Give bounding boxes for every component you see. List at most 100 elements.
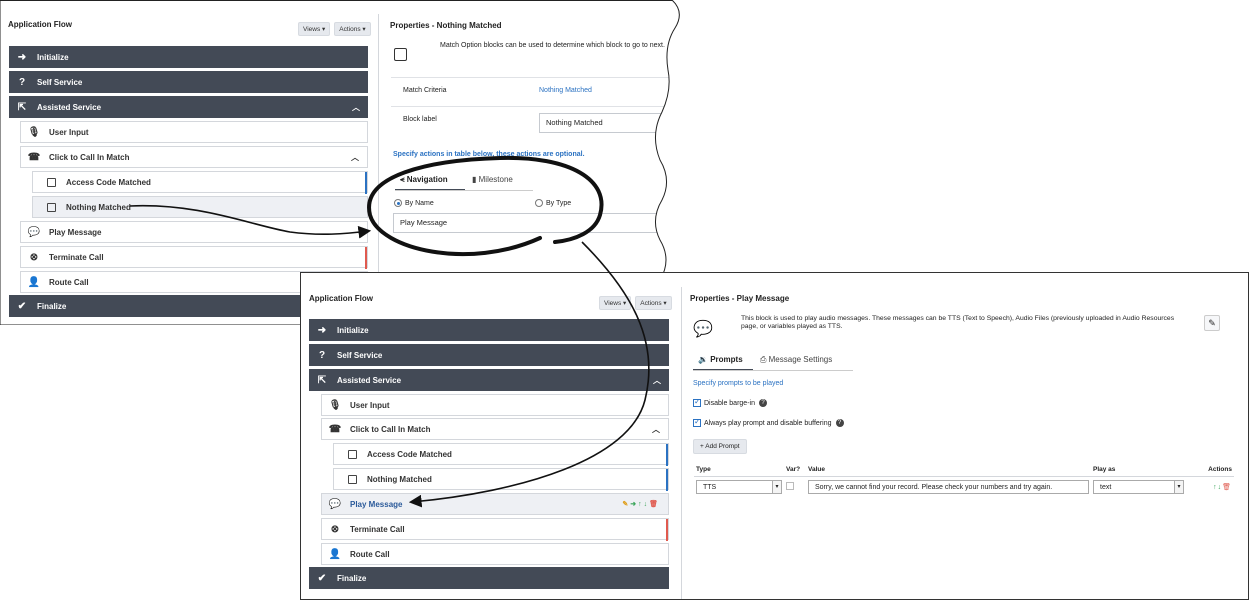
add-prompt-button[interactable]: + Add Prompt [693,439,747,454]
specify-prompts-label: Specify prompts to be played [693,380,784,387]
block-terminate-call[interactable]: ⊗ Terminate Call [321,518,669,541]
block-label: Route Call [49,277,89,287]
radio-by-type[interactable]: By Type [535,199,571,207]
microphone-icon: 🎙 [328,399,342,411]
block-terminate-call[interactable]: ⊗ Terminate Call [20,246,368,269]
radio-label: By Name [405,199,434,207]
sign-in-icon: ➜ [317,324,327,336]
views-button[interactable]: Views ▾ [298,22,331,36]
tab-label: Navigation [406,175,448,184]
radio-label: By Type [546,199,572,207]
play-as-cell: text ▾ [1091,477,1186,498]
radio-indicator [394,199,402,207]
goto-icon[interactable]: ➜ [630,501,638,508]
block-label: Assisted Service [37,102,102,112]
tab-message-settings[interactable]: ⎙ Message Settings [760,355,832,365]
play-as-select[interactable]: text ▾ [1093,480,1184,494]
value-input[interactable]: Sorry, we cannot find your record. Pleas… [808,480,1089,494]
target-block-input[interactable]: Play Message [393,213,700,233]
select-value: TTS [703,483,717,491]
block-user-input[interactable]: 🎙 User Input [20,121,368,143]
block-route-call[interactable]: 👤 Route Call [321,543,669,565]
block-user-input[interactable]: 🎙 User Input [321,394,669,416]
divider [681,287,682,599]
tab-navigation[interactable]: ⪪ Navigation [400,175,448,185]
block-self-service[interactable]: ? Self Service [309,344,669,366]
tab-prompts[interactable]: 🔉 Prompts [698,355,743,364]
block-label: Nothing Matched [66,202,131,212]
tab-milestone[interactable]: ▮ Milestone [472,175,513,184]
edit-icon[interactable]: ✎ [1204,315,1220,331]
divider [391,77,691,78]
tab-label: Message Settings [768,355,833,364]
block-initialize[interactable]: ➜ Initialize [9,46,368,68]
block-nothing-matched[interactable]: Nothing Matched [32,196,368,218]
disable-barge-in-checkbox[interactable]: Disable barge-in? [693,397,767,407]
block-label: Assisted Service [337,375,402,385]
block-assisted-service[interactable]: ⇱ Assisted Service ︿ [309,369,669,391]
views-button[interactable]: Views ▾ [599,296,632,310]
checkbox-label: Always play prompt and disable buffering [704,419,832,427]
block-assisted-service[interactable]: ⇱ Assisted Service ︿ [9,96,368,118]
block-finalize[interactable]: ✔ Finalize [309,567,669,589]
block-initialize[interactable]: ➜ Initialize [309,319,669,341]
column-header: Var? [784,463,806,477]
actions-button[interactable]: Actions ▾ [334,22,371,36]
var-checkbox[interactable] [786,482,794,490]
help-icon[interactable]: ? [758,399,767,407]
props-title: Properties - Nothing Matched [390,21,502,30]
divider [391,106,691,107]
block-label: Play Message [350,499,403,509]
block-label: Initialize [337,325,369,335]
flow-toolbar: Views ▾ Actions ▾ [599,296,672,310]
block-access-code-matched[interactable]: Access Code Matched [32,171,368,194]
match-criteria-value: Nothing Matched [539,87,592,94]
match-option-icon [47,202,56,212]
column-header: Play as [1091,463,1186,477]
terminate-icon: ⊗ [29,251,39,263]
block-label: Self Service [37,77,83,87]
block-label-input[interactable]: Nothing Matched [539,113,699,133]
share-icon: ⇱ [317,374,327,386]
radio-indicator [535,199,543,207]
input-value: Sorry, we cannot find your record. Pleas… [815,483,1053,491]
chevron-down-icon: ▾ [1174,481,1183,493]
check-icon: ✔ [317,572,327,584]
tab-label: Milestone [478,175,513,184]
block-click-to-call[interactable]: ☎ Click to Call In Match ︿ [20,146,368,168]
actions-button[interactable]: Actions ▾ [635,296,672,310]
chevron-up-icon[interactable]: ︿ [653,375,661,386]
block-label: Self Service [337,350,383,360]
match-option-icon [348,449,357,459]
var-cell [784,477,806,498]
block-self-service[interactable]: ? Self Service [9,71,368,93]
block-label: Access Code Matched [66,177,151,187]
block-play-message[interactable]: 💬 Play Message ✎➜↑↓🗑 [321,493,669,515]
radio-by-name[interactable]: By Name [394,199,434,207]
block-click-to-call[interactable]: ☎ Click to Call In Match ︿ [321,418,669,440]
block-play-message[interactable]: 💬 Play Message [20,221,368,243]
help-icon[interactable]: ? [835,419,844,427]
chevron-up-icon[interactable]: ︿ [351,152,359,163]
delete-icon[interactable]: 🗑 [649,501,660,508]
delete-icon[interactable]: 🗑 [1222,484,1232,491]
phone-icon: ☎ [27,151,41,163]
speech-bubble-icon: 💬 [328,498,342,510]
block-label: Finalize [337,573,367,583]
props-description: Match Option blocks can be used to deter… [440,42,665,49]
application-flow-panel: Application Flow Views ▾ Actions ▾ ➜ Ini… [301,273,679,598]
chevron-up-icon[interactable]: ︿ [652,424,660,435]
checkbox [693,417,701,427]
block-nothing-matched[interactable]: Nothing Matched [333,468,669,491]
sign-in-icon: ➜ [17,51,27,63]
always-play-checkbox[interactable]: Always play prompt and disable buffering… [693,417,844,427]
chevron-up-icon[interactable]: ︿ [352,102,360,113]
checkbox-label: Disable barge-in [704,399,755,407]
microphone-icon: 🎙 [27,126,41,138]
type-select[interactable]: TTS ▾ [696,480,782,494]
block-access-code-matched[interactable]: Access Code Matched [333,443,669,466]
block-label: Nothing Matched [367,474,432,484]
match-option-icon [47,177,56,187]
column-header: Value [806,463,1091,477]
table-header-row: Type Var? Value Play as Actions [694,463,1234,477]
